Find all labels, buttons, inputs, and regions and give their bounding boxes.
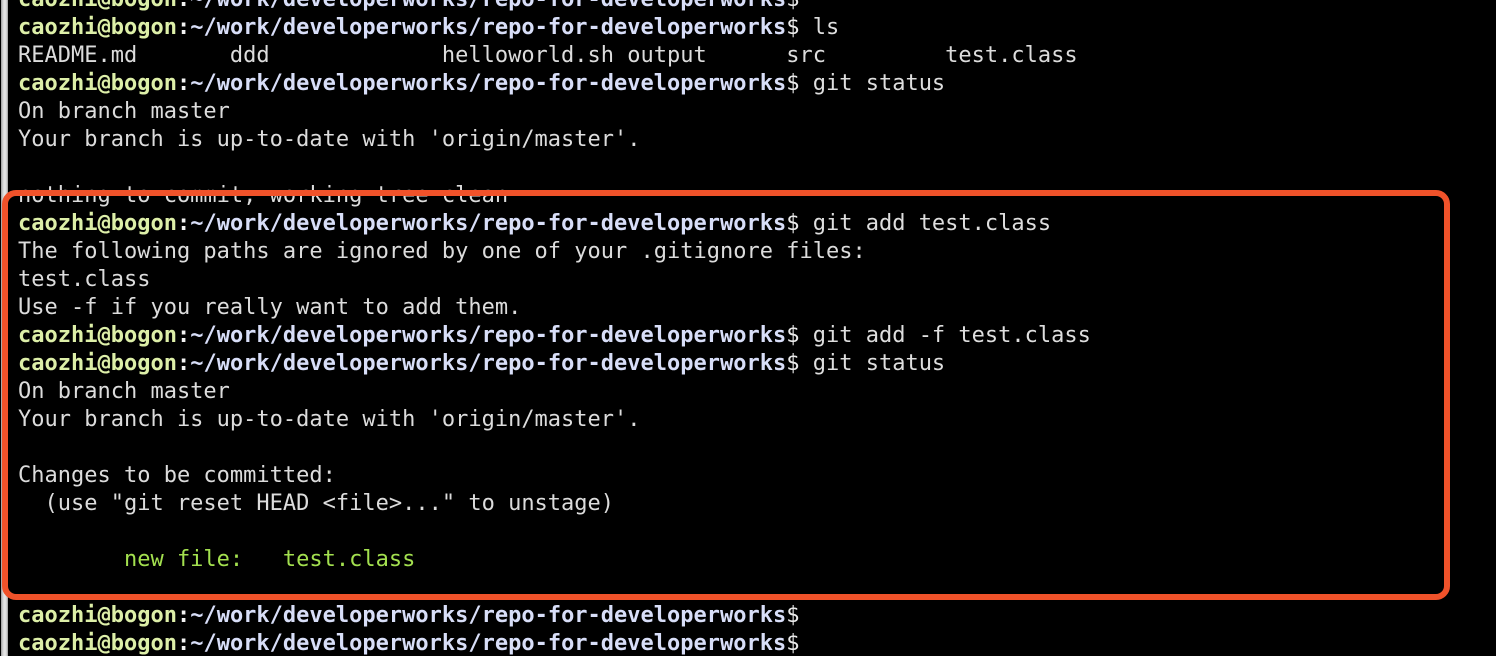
terminal-command: git add test.class [799, 211, 1052, 236]
terminal-command: git status [799, 71, 946, 96]
prompt-symbol: $ [786, 71, 800, 96]
prompt-path: ~/work/developerworks/repo-for-developer… [190, 603, 787, 628]
terminal-window: caozhi@bogon:~/work/developerworks/repo-… [0, 0, 1496, 656]
terminal-line: caozhi@bogon:~/work/developerworks/repo-… [18, 350, 1496, 378]
terminal-line: README.md ddd helloworld.sh output src t… [18, 43, 1078, 68]
terminal-line: (use "git reset HEAD <file>..." to unsta… [18, 491, 615, 516]
prompt-symbol: $ [786, 0, 799, 12]
prompt-symbol: $ [786, 631, 800, 656]
prompt-colon: : [176, 351, 191, 376]
terminal-line: Use -f if you really want to add them. [18, 295, 522, 320]
prompt-colon: : [176, 323, 191, 348]
terminal-command: git status [799, 351, 946, 376]
prompt-symbol: $ [786, 351, 800, 376]
terminal-line: test.class [18, 267, 151, 292]
prompt-path: ~/work/developerworks/repo-for-developer… [190, 211, 787, 236]
prompt-path: ~/work/developerworks/repo-for-developer… [190, 351, 787, 376]
prompt-user: caozhi@bogon [18, 603, 177, 628]
prompt-path: ~/work/developerworks/repo-for-developer… [190, 71, 787, 96]
terminal-line: Your branch is up-to-date with 'origin/m… [18, 127, 641, 152]
prompt-colon: : [176, 631, 191, 656]
prompt-colon: : [177, 0, 190, 12]
prompt-user: caozhi@bogon [18, 0, 177, 12]
prompt-colon: : [176, 603, 191, 628]
prompt-path: ~/work/developerworks/repo-for-developer… [190, 631, 787, 656]
terminal-line: caozhi@bogon:~/work/developerworks/repo-… [18, 602, 1496, 630]
prompt-user: caozhi@bogon [18, 71, 177, 96]
terminal-line: caozhi@bogon:~/work/developerworks/repo-… [18, 70, 1496, 98]
terminal-line: Your branch is up-to-date with 'origin/m… [18, 407, 641, 432]
prompt-colon: : [176, 15, 191, 40]
terminal-command: ls [799, 15, 840, 40]
terminal-line: On branch master [18, 379, 230, 404]
terminal-line: nothing to commit, working tree clean [18, 183, 509, 208]
prompt-user: caozhi@bogon [18, 323, 177, 348]
prompt-user: caozhi@bogon [18, 15, 177, 40]
terminal-scrollbar[interactable] [0, 0, 9, 656]
terminal-line: caozhi@bogon:~/work/developerworks/repo-… [18, 14, 1496, 42]
terminal-line: caozhi@bogon:~/work/developerworks/repo-… [18, 210, 1496, 238]
prompt-path: ~/work/developerworks/repo-for-developer… [190, 15, 787, 40]
prompt-colon: : [176, 211, 191, 236]
prompt-symbol: $ [786, 15, 800, 40]
terminal-output-area[interactable]: caozhi@bogon:~/work/developerworks/repo-… [0, 0, 1496, 656]
prompt-symbol: $ [786, 211, 800, 236]
terminal-line: On branch master [18, 99, 230, 124]
terminal-line: caozhi@bogon:~/work/developerworks/repo-… [18, 0, 1496, 14]
terminal-line: The following paths are ignored by one o… [18, 239, 866, 264]
terminal-line: Changes to be committed: [18, 463, 336, 488]
prompt-path: ~/work/developerworks/repo-for-developer… [190, 323, 787, 348]
prompt-symbol: $ [786, 323, 800, 348]
prompt-user: caozhi@bogon [18, 351, 177, 376]
terminal-command: git add -f test.class [799, 323, 1091, 348]
staged-file-line: new file: test.class [18, 547, 416, 572]
prompt-colon: : [176, 71, 191, 96]
prompt-symbol: $ [786, 603, 800, 628]
prompt-path: ~/work/developerworks/repo-for-developer… [190, 0, 786, 12]
terminal-line-current: caozhi@bogon:~/work/developerworks/repo-… [18, 630, 1496, 656]
prompt-user: caozhi@bogon [18, 631, 177, 656]
terminal-line: caozhi@bogon:~/work/developerworks/repo-… [18, 322, 1496, 350]
prompt-user: caozhi@bogon [18, 211, 177, 236]
